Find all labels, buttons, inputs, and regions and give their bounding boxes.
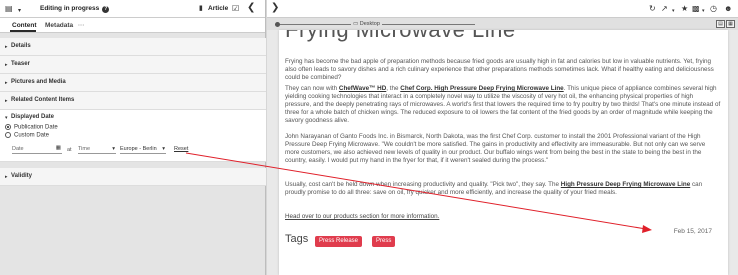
paragraph-3: John Narayanan of Ganto Foods Inc. in Bi… [285, 133, 706, 164]
preview-mode-icon[interactable]: ▦ [726, 20, 735, 28]
collapse-left-icon[interactable]: ❮ [247, 3, 255, 13]
device-bar: ▭ Desktop ▤ ▦ [267, 18, 738, 30]
tab-content[interactable]: Content [12, 22, 37, 29]
device-label[interactable]: ▭ Desktop [351, 21, 382, 27]
product-line-link[interactable]: High Pressure Deep Frying Microwave Line [561, 181, 690, 188]
timezone-value: Europe - Berlin [120, 146, 157, 152]
reset-link[interactable]: Reset [174, 146, 188, 152]
section-validity[interactable]: ▸ Validity [0, 168, 266, 186]
section-teaser[interactable]: ▸ Teaser [0, 56, 266, 74]
device-slider-handle[interactable] [275, 22, 280, 27]
chevron-down-icon[interactable]: ▾ [702, 6, 705, 16]
preview-toolbar: ❯ ↻ ↗ ▾ ★ ▩ ▾ ◷ ☻ [267, 0, 738, 18]
chevron-down-icon[interactable]: ▾ [18, 6, 21, 16]
active-tab-indicator [10, 30, 36, 32]
expand-right-icon[interactable]: ❯ [271, 3, 279, 13]
editor-tabs: Content Metadata ··· [0, 18, 265, 33]
paragraph-1: Frying has become the bad apple of prepa… [285, 58, 714, 81]
text: They can now with [285, 85, 339, 92]
product-link[interactable]: ChefWave™ HD [339, 85, 386, 92]
device-name: Desktop [359, 21, 380, 27]
paragraph-5: Head over to our products section for mo… [285, 213, 721, 221]
user-icon[interactable]: ☻ [724, 4, 732, 14]
radio-icon [5, 124, 11, 130]
tab-metadata[interactable]: Metadata [45, 22, 73, 29]
editing-status: Editing in progress? [40, 5, 110, 13]
section-label: Details [11, 43, 31, 49]
section-label: Validity [11, 173, 33, 179]
radio-publication-date[interactable]: Publication Date [5, 124, 58, 131]
radio-icon [5, 132, 11, 138]
caret-right-icon: ▸ [5, 62, 8, 68]
paragraph-2: They can now with ChefWave™ HD, the Chef… [285, 85, 721, 125]
open-external-icon[interactable]: ↗ [661, 4, 668, 14]
section-label: Teaser [11, 61, 30, 67]
text: Usually, cost can't be held down when in… [285, 181, 561, 188]
chevron-down-icon: ▾ [112, 146, 115, 152]
product-line-link[interactable]: Chef Corp. High Pressure Deep Frying Mic… [400, 85, 563, 92]
chevron-down-icon: ▾ [162, 146, 165, 152]
help-icon[interactable]: ? [102, 6, 110, 13]
radio-label: Publication Date [14, 124, 58, 131]
tab-more[interactable]: ··· [78, 22, 85, 29]
article-title: Frying Microwave Line [285, 30, 516, 43]
editor-toolbar: ▤ ▾ Editing in progress? ▮ Article ☑ ❮ [0, 0, 265, 18]
caret-right-icon: ▸ [5, 174, 8, 180]
date-time-row: Date ▦ at Time ▾ Europe - Berlin ▾ Reset [0, 144, 266, 158]
section-label: Displayed Date [11, 114, 55, 120]
radio-label: Custom Date [14, 132, 50, 139]
date-input[interactable]: Date ▦ [12, 144, 62, 154]
caret-down-icon[interactable]: ▾ [5, 115, 8, 121]
article-date: Feb 15, 2017 [673, 228, 712, 235]
chevron-down-icon[interactable]: ▾ [672, 6, 675, 16]
paragraph-4: Usually, cost can't be held down when in… [285, 181, 721, 197]
monitor-icon: ▭ [353, 21, 359, 27]
tag-press[interactable]: Press [372, 236, 396, 247]
sidebar-toggle-icon[interactable]: ▤ [5, 4, 13, 14]
section-label: Related Content Items [11, 97, 75, 103]
date-placeholder: Date [12, 146, 24, 152]
caret-right-icon: ▸ [5, 44, 8, 50]
checkin-icon[interactable]: ☑ [232, 4, 239, 14]
calendar-icon[interactable]: ▦ [56, 145, 61, 151]
refresh-icon[interactable]: ↻ [649, 4, 656, 14]
section-related-content[interactable]: ▸ Related Content Items [0, 92, 266, 110]
screen-size-icon[interactable]: ▤ [716, 20, 725, 28]
tag-press-release[interactable]: Press Release [315, 236, 363, 247]
bookmark-star-icon[interactable]: ★ [681, 4, 688, 14]
document-icon: ▮ [199, 5, 203, 12]
workflow-icon[interactable]: ▩ [692, 4, 700, 14]
article-preview: Frying Microwave Line Frying has become … [279, 30, 728, 275]
caret-right-icon: ▸ [5, 98, 8, 104]
caret-right-icon: ▸ [5, 80, 8, 86]
text: , the [386, 85, 401, 92]
radio-custom-date[interactable]: Custom Date [5, 132, 49, 139]
at-label: at [67, 147, 72, 153]
preview-panel: ❯ ↻ ↗ ▾ ★ ▩ ▾ ◷ ☻ ▭ Desktop ▤ ▦ Frying M… [267, 0, 738, 275]
tags-label: Tags [285, 233, 309, 245]
section-label: Pictures and Media [11, 79, 66, 85]
time-input[interactable]: Time ▾ [78, 144, 116, 154]
timezone-select[interactable]: Europe - Berlin ▾ [120, 144, 166, 154]
history-icon[interactable]: ◷ [710, 4, 717, 14]
products-section-link[interactable]: Head over to our products section for mo… [285, 213, 439, 220]
time-placeholder: Time [78, 146, 91, 152]
editor-panel: ▤ ▾ Editing in progress? ▮ Article ☑ ❮ C… [0, 0, 266, 275]
section-details[interactable]: ▸ Details [0, 38, 266, 56]
document-type: Article [208, 5, 229, 12]
section-pictures-media[interactable]: ▸ Pictures and Media [0, 74, 266, 92]
